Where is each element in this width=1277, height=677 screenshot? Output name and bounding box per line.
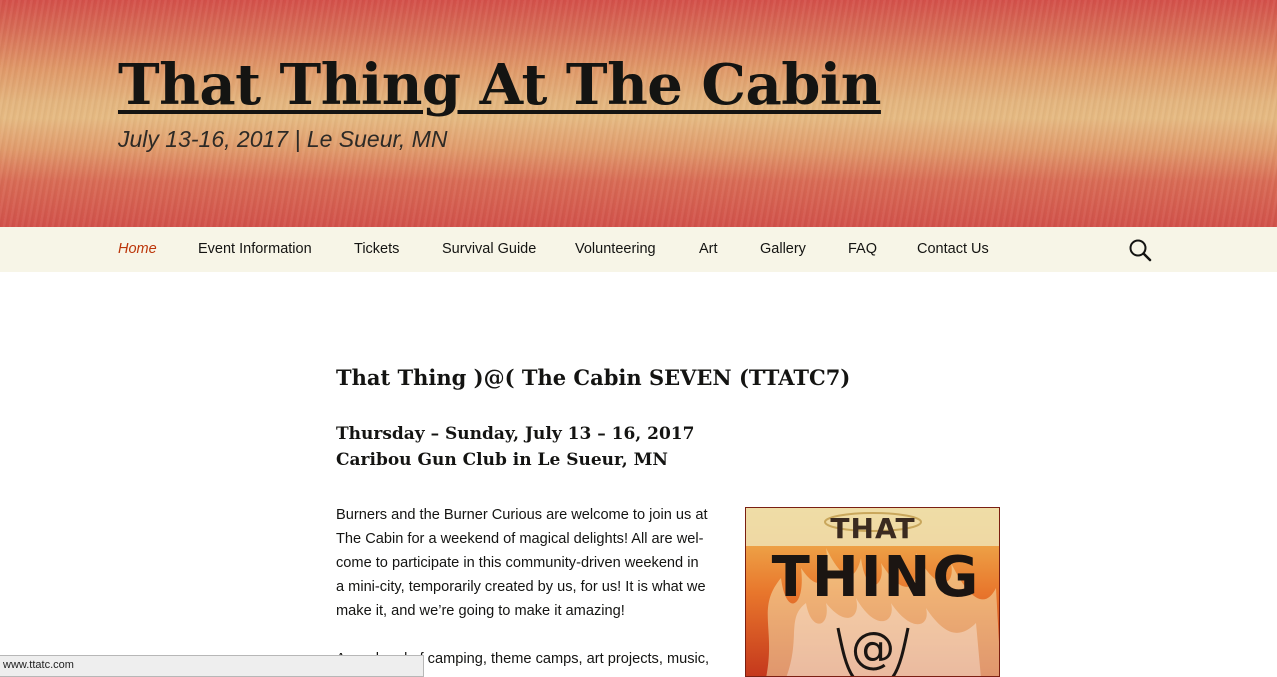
nav-item-tickets[interactable]: Tickets	[354, 241, 399, 257]
nav-item-survival-guide[interactable]: Survival Guide	[442, 241, 536, 257]
intro-line: The Cabin for a weekend of magical delig…	[336, 531, 704, 547]
search-icon[interactable]	[1128, 238, 1152, 262]
nav-item-faq[interactable]: FAQ	[848, 241, 877, 257]
nav-item-contact-us[interactable]: Contact Us	[917, 241, 989, 257]
poster-at-symbol: @	[851, 623, 895, 674]
nav-item-volunteering[interactable]: Volunteering	[575, 241, 656, 257]
site-tagline: July 13-16, 2017 | Le Sueur, MN	[118, 126, 448, 152]
poster-text-thing: THING	[772, 545, 981, 610]
browser-status-bar: www.ttatc.com	[0, 655, 424, 677]
post-title: That Thing )@( The Cabin SEVEN (TTATC7)	[336, 365, 851, 390]
intro-line: Burners and the Burner Curious are welco…	[336, 507, 708, 523]
event-dates: Thursday – Sunday, July 13 – 16, 2017	[336, 424, 695, 444]
site-title-link[interactable]: That Thing At The Cabin	[118, 52, 881, 118]
main-navigation: Home Event Information Tickets Survival …	[0, 227, 1277, 272]
site-header: That Thing At The Cabin July 13-16, 2017…	[0, 0, 1277, 227]
event-venue: Caribou Gun Club in Le Sueur, MN	[336, 450, 668, 470]
poster-text-that: THAT	[830, 512, 915, 545]
nav-item-event-information[interactable]: Event Information	[198, 241, 312, 257]
nav-item-gallery[interactable]: Gallery	[760, 241, 806, 257]
nav-item-home[interactable]: Home	[118, 241, 157, 257]
intro-paragraph: Burners and the Burner Curious are welco…	[336, 503, 726, 623]
event-poster-image: THAT THING @	[745, 507, 1000, 677]
nav-item-art[interactable]: Art	[699, 241, 718, 257]
intro-line: a mini-city, temporarily created by us, …	[336, 579, 706, 595]
intro-line: come to participate in this community-dr…	[336, 555, 699, 571]
intro-line: make it, and we’re going to make it amaz…	[336, 603, 625, 619]
